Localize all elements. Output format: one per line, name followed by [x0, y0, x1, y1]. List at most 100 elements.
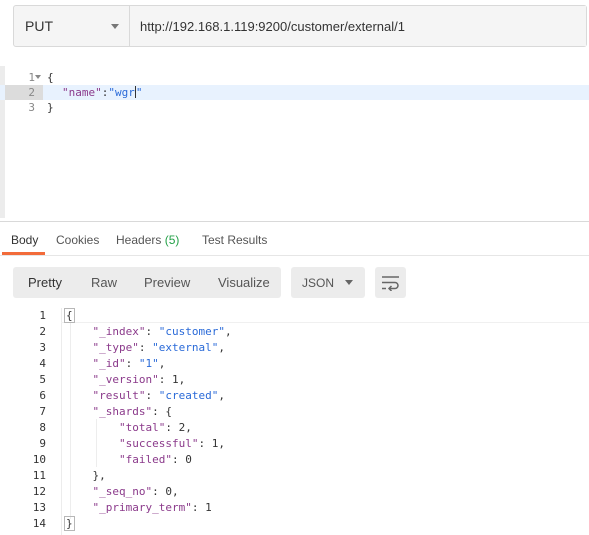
- line-number: 11: [32, 469, 46, 482]
- response-code: "total": 2,: [118, 421, 192, 434]
- line-number: 8: [39, 421, 46, 434]
- tab-cookies[interactable]: Cookies: [56, 233, 99, 247]
- line-number: 12: [32, 485, 46, 498]
- language-label: JSON: [302, 276, 335, 290]
- tab-headers-label: Headers: [116, 233, 162, 247]
- response-line: 9 "successful": 1,: [0, 436, 589, 452]
- line-number: 2: [39, 325, 46, 338]
- response-line: 4 "_id": "1",: [0, 356, 589, 372]
- json-value: "customer": [158, 325, 225, 338]
- json-key: "_shards": [92, 405, 153, 418]
- response-line: 8 "total": 2,: [0, 420, 589, 436]
- json-value: 1: [205, 501, 212, 514]
- json-value: "1": [138, 357, 159, 370]
- method-label: PUT: [25, 18, 53, 34]
- line-number: 5: [39, 373, 46, 386]
- chevron-down-icon: [111, 24, 119, 29]
- url-text: http://192.168.1.119:9200/customer/exter…: [140, 18, 405, 34]
- wrap-lines-button[interactable]: [375, 267, 406, 298]
- json-key: "successful": [118, 437, 199, 450]
- json-value: 1: [171, 373, 179, 386]
- json-key: "_version": [92, 373, 159, 386]
- response-line: 12 "_seq_no": 0,: [0, 484, 589, 500]
- response-tabs: Body Cookies Headers (5) Test Results: [0, 226, 589, 256]
- response-code: "_shards": {: [92, 405, 172, 418]
- json-key: "total": [118, 421, 166, 434]
- response-line: 1 {: [0, 308, 589, 324]
- line-number: 9: [39, 437, 46, 450]
- line-number: 4: [39, 357, 46, 370]
- json-key: "_id": [92, 357, 126, 370]
- method-select[interactable]: PUT: [14, 6, 130, 46]
- json-quote: ": [135, 86, 143, 99]
- line-number: 3: [39, 341, 46, 354]
- json-key: "name": [62, 86, 102, 99]
- editor-line: 1 {: [0, 70, 589, 85]
- response-line: 5 "_version": 1,: [0, 372, 589, 388]
- response-code: "failed": 0: [118, 453, 192, 466]
- json-value: "wgr: [108, 86, 135, 99]
- pretty-button[interactable]: Pretty: [28, 275, 62, 290]
- response-line: 14 }: [0, 516, 589, 532]
- json-key: "failed": [118, 453, 172, 466]
- wrap-lines-icon: [382, 276, 399, 291]
- response-code: },: [66, 468, 106, 484]
- line-number: 13: [32, 501, 46, 514]
- json-brace: },: [92, 469, 106, 482]
- editor-code: {: [47, 71, 54, 84]
- json-value: 1: [211, 437, 219, 450]
- line-number: 7: [39, 405, 46, 418]
- json-value: 0: [185, 453, 192, 466]
- response-code: "_type": "external",: [92, 341, 225, 354]
- response-line: 7 "_shards": {: [0, 404, 589, 420]
- json-key: "_type": [92, 341, 139, 354]
- json-value: 2: [178, 421, 186, 434]
- response-line: 3 "_type": "external",: [0, 340, 589, 356]
- response-code: "_primary_term": 1: [92, 501, 212, 514]
- tab-body[interactable]: Body: [11, 233, 38, 247]
- matched-brace: {: [64, 308, 75, 323]
- response-code: "_id": "1",: [92, 357, 166, 370]
- response-line: 13 "_primary_term": 1: [0, 500, 589, 516]
- response-body[interactable]: 1 { 2 "_index": "customer", 3 "_type": "…: [0, 308, 589, 535]
- response-code: "_version": 1,: [92, 373, 186, 386]
- line-number: 10: [32, 453, 46, 466]
- response-line: 6 "result": "created",: [0, 388, 589, 404]
- response-code: "result": "created",: [92, 389, 225, 402]
- line-number: 2: [5, 85, 43, 100]
- chevron-down-icon: [345, 280, 353, 285]
- json-key: "result": [92, 389, 146, 402]
- visualize-button[interactable]: Visualize: [218, 275, 270, 290]
- json-value: "created": [158, 389, 219, 402]
- active-tab-indicator: [2, 252, 45, 255]
- json-value: {: [165, 405, 172, 418]
- matched-brace: }: [64, 516, 75, 531]
- tab-test-results[interactable]: Test Results: [202, 233, 267, 247]
- response-line: 10 "failed": 0: [0, 452, 589, 468]
- json-value: 0: [165, 485, 172, 498]
- response-code: {: [64, 308, 75, 324]
- preview-button[interactable]: Preview: [144, 275, 190, 290]
- raw-button[interactable]: Raw: [91, 275, 117, 290]
- line-number: 6: [39, 389, 46, 402]
- response-code: "_index": "customer",: [92, 325, 232, 338]
- clipped-toolbar-strip: [360, 52, 585, 60]
- editor-code: "name":"wgr": [62, 85, 143, 100]
- editor-code: }: [47, 101, 54, 114]
- json-key: "_seq_no": [92, 485, 153, 498]
- headers-count-badge: (5): [164, 233, 180, 247]
- tab-headers[interactable]: Headers (5): [116, 233, 179, 247]
- language-select[interactable]: JSON: [291, 267, 365, 298]
- fold-arrow-icon[interactable]: [35, 75, 41, 79]
- response-line: 11 },: [0, 468, 589, 484]
- pane-divider[interactable]: [0, 221, 589, 222]
- request-bar: PUT http://192.168.1.119:9200/customer/e…: [13, 5, 587, 47]
- url-input[interactable]: http://192.168.1.119:9200/customer/exter…: [130, 6, 586, 46]
- editor-line: 3 }: [0, 100, 589, 115]
- line-number: 14: [32, 517, 46, 530]
- request-body-editor[interactable]: 1 { 2 "name":"wgr" 3 }: [0, 66, 589, 218]
- json-value: "external": [152, 341, 219, 354]
- line-number: 1: [39, 309, 46, 322]
- format-toolbar: Pretty Raw Preview Visualize: [13, 267, 281, 298]
- editor-line-active: 2 "name":"wgr": [0, 85, 589, 100]
